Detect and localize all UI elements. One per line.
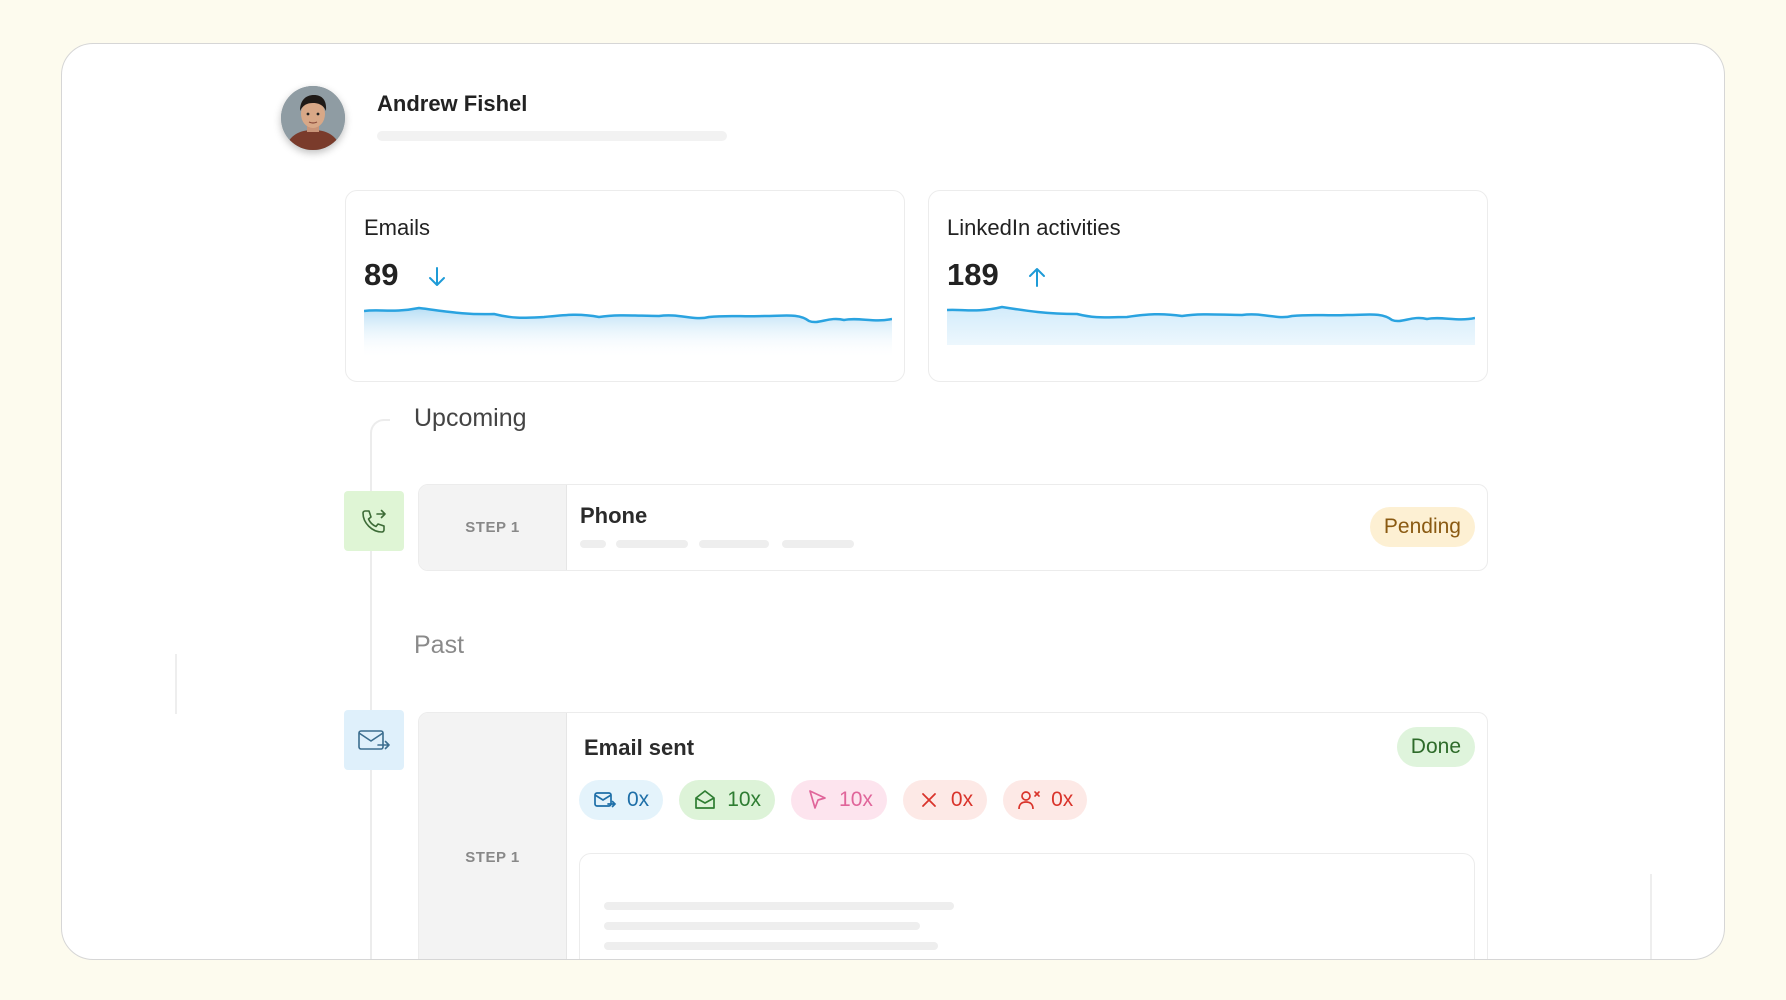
metric-value: 0x bbox=[627, 788, 650, 811]
past-step-card[interactable]: STEP 1 Email sent Done 0x 10x 10x 0x 0x bbox=[418, 712, 1488, 959]
email-metrics: 0x 10x 10x 0x 0x bbox=[579, 780, 1088, 820]
arrow-down-icon bbox=[429, 267, 445, 286]
user-unsubscribe-icon bbox=[1018, 791, 1040, 810]
profile-name: Andrew Fishel bbox=[377, 91, 528, 116]
timeline-connector bbox=[370, 419, 390, 439]
stat-label: Emails bbox=[364, 215, 431, 240]
upcoming-step-card[interactable]: STEP 1 Phone Pending bbox=[418, 484, 1488, 571]
avatar[interactable] bbox=[281, 86, 345, 150]
divider bbox=[1650, 874, 1652, 959]
text-placeholder bbox=[580, 540, 606, 548]
stat-value: 89 bbox=[364, 257, 399, 292]
email-preview[interactable] bbox=[579, 853, 1475, 959]
email-opened-icon bbox=[695, 790, 716, 809]
past-heading: Past bbox=[414, 631, 465, 659]
profile-subtitle-placeholder bbox=[377, 131, 727, 141]
sent-metric-chip[interactable]: 0x bbox=[579, 780, 664, 820]
main-panel: Andrew Fishel Emails 89 LinkedIn activit… bbox=[61, 43, 1725, 960]
close-icon bbox=[922, 793, 936, 807]
pending-status-badge: Pending bbox=[1369, 507, 1475, 547]
phone-step-icon bbox=[344, 491, 404, 551]
text-placeholder bbox=[616, 540, 688, 548]
phone-forward-icon bbox=[362, 509, 386, 533]
emails-stat-card[interactable]: Emails 89 bbox=[345, 190, 905, 382]
stat-value: 189 bbox=[947, 257, 999, 292]
arrow-up-icon bbox=[1029, 268, 1045, 287]
emails-sparkline bbox=[364, 306, 892, 359]
text-placeholder bbox=[604, 922, 920, 930]
linkedin-sparkline bbox=[947, 305, 1475, 345]
metric-value: 0x bbox=[1051, 788, 1074, 811]
step-label: STEP 1 bbox=[419, 713, 567, 959]
done-status-badge: Done bbox=[1396, 727, 1475, 767]
cursor-click-icon bbox=[809, 790, 826, 809]
text-placeholder bbox=[782, 540, 854, 548]
metric-value: 10x bbox=[727, 788, 762, 811]
linkedin-stat-card[interactable]: LinkedIn activities 189 bbox=[928, 190, 1488, 382]
opened-metric-chip[interactable]: 10x bbox=[679, 780, 776, 820]
step-title: Email sent bbox=[584, 735, 695, 760]
text-placeholder bbox=[604, 942, 938, 950]
unsubscribed-metric-chip[interactable]: 0x bbox=[1003, 780, 1088, 820]
clicked-metric-chip[interactable]: 10x bbox=[791, 780, 887, 820]
step-label: STEP 1 bbox=[419, 485, 567, 570]
metric-value: 0x bbox=[950, 788, 974, 811]
metric-value: 10x bbox=[839, 788, 873, 811]
stat-label: LinkedIn activities bbox=[947, 215, 1121, 240]
email-forward-icon bbox=[358, 730, 390, 750]
divider bbox=[175, 654, 177, 714]
upcoming-heading: Upcoming bbox=[414, 404, 527, 432]
email-step-icon bbox=[344, 710, 404, 770]
text-placeholder bbox=[699, 540, 769, 548]
step-title: Phone bbox=[580, 503, 648, 528]
bounced-metric-chip[interactable]: 0x bbox=[902, 780, 988, 820]
email-sent-icon bbox=[594, 792, 617, 808]
text-placeholder bbox=[604, 902, 954, 910]
